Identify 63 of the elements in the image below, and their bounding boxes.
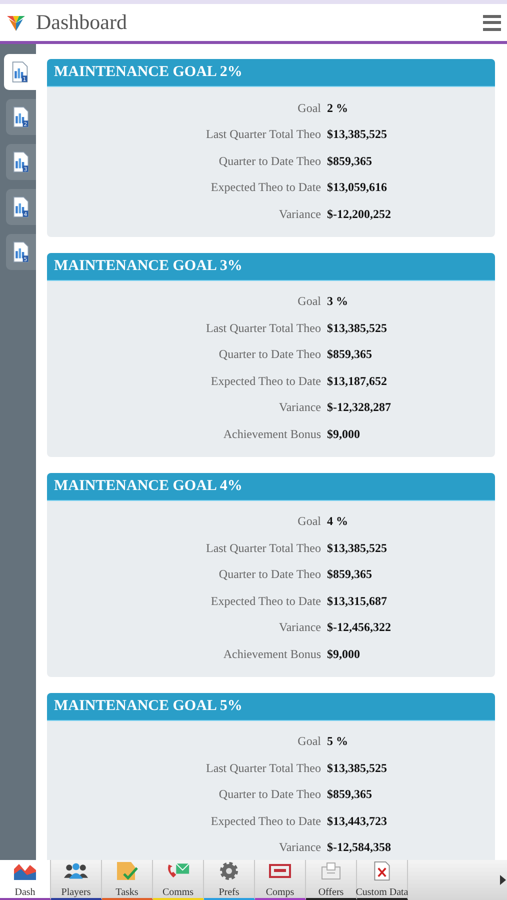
field-label: Quarter to Date Theo — [218, 154, 321, 169]
field-label: Expected Theo to Date — [210, 374, 321, 389]
nav-tab[interactable]: Comps — [255, 860, 306, 900]
menu-icon[interactable] — [483, 14, 501, 30]
field-value: $-12,200,252 — [327, 206, 392, 222]
field-label: Goal — [296, 294, 321, 310]
field-value: $13,059,616 — [327, 180, 388, 196]
field-label: Achievement Bonus — [222, 646, 321, 662]
card-header: MAINTENANCE GOAL 3% — [47, 252, 495, 280]
field-label: Quarter to Date Theo — [218, 567, 321, 582]
nav-tab[interactable]: Custom Data — [357, 860, 408, 900]
nav-tab[interactable]: Tasks — [102, 860, 153, 900]
field-label: Quarter to Date Theo — [218, 787, 321, 802]
field-value: $9,000 — [327, 426, 361, 442]
field-value: $13,443,723 — [327, 814, 388, 829]
field-value: 4 % — [327, 514, 349, 530]
field-label: Expected Theo to Date — [210, 814, 321, 829]
field-value: $13,385,525 — [327, 540, 388, 556]
card-header: MAINTENANCE GOAL 2% — [47, 59, 495, 87]
page-title: Dashboard — [36, 10, 128, 35]
field-value: $859,365 — [327, 567, 373, 582]
field-label: Last Quarter Total Theo — [204, 540, 321, 556]
field-value: $9,000 — [327, 646, 361, 662]
field-label: Variance — [278, 620, 321, 636]
field-value: $859,365 — [327, 787, 373, 802]
checkmark-document-icon — [115, 861, 139, 881]
field-value: $13,385,525 — [327, 127, 388, 142]
settings-icon — [217, 861, 241, 881]
card-icon — [268, 861, 292, 881]
field-label: Goal — [296, 514, 321, 530]
field-label: Goal — [296, 100, 321, 116]
field-value: $13,187,652 — [327, 374, 388, 389]
field-label: Variance — [278, 206, 321, 222]
field-label: Achievement Bonus — [222, 426, 321, 442]
nav-tab[interactable]: Comms — [153, 860, 204, 900]
field-value: 3 % — [327, 294, 349, 310]
field-value: $-12,456,322 — [327, 620, 392, 636]
field-label: Variance — [278, 400, 321, 416]
field-label: Last Quarter Total Theo — [204, 127, 321, 142]
nav-tab[interactable]: Offers — [306, 860, 357, 900]
card-header: MAINTENANCE GOAL 5% — [47, 692, 495, 720]
tray-icon — [319, 861, 343, 881]
field-label: Last Quarter Total Theo — [204, 320, 321, 336]
nav-tab[interactable]: Prefs — [204, 860, 255, 900]
people-icon — [64, 861, 88, 881]
field-value: $13,385,525 — [327, 320, 388, 336]
field-label: Goal — [296, 734, 321, 750]
card-header: MAINTENANCE GOAL 4% — [47, 472, 495, 500]
field-value: $13,315,687 — [327, 594, 388, 609]
nav-tab[interactable]: Dash — [0, 860, 51, 900]
field-value: 2 % — [327, 100, 349, 116]
field-value: 5 % — [327, 734, 349, 750]
field-value: $859,365 — [327, 154, 373, 169]
field-value: $-12,584,358 — [327, 840, 392, 856]
field-value: $859,365 — [327, 347, 373, 362]
field-label: Quarter to Date Theo — [218, 347, 321, 362]
field-label: Variance — [278, 840, 321, 856]
field-label: Last Quarter Total Theo — [204, 760, 321, 776]
nav-tab[interactable]: Players — [51, 860, 102, 900]
field-label: Expected Theo to Date — [210, 180, 321, 196]
field-label: Expected Theo to Date — [210, 594, 321, 609]
field-value: $13,385,525 — [327, 760, 388, 776]
field-value: $-12,328,287 — [327, 400, 392, 416]
